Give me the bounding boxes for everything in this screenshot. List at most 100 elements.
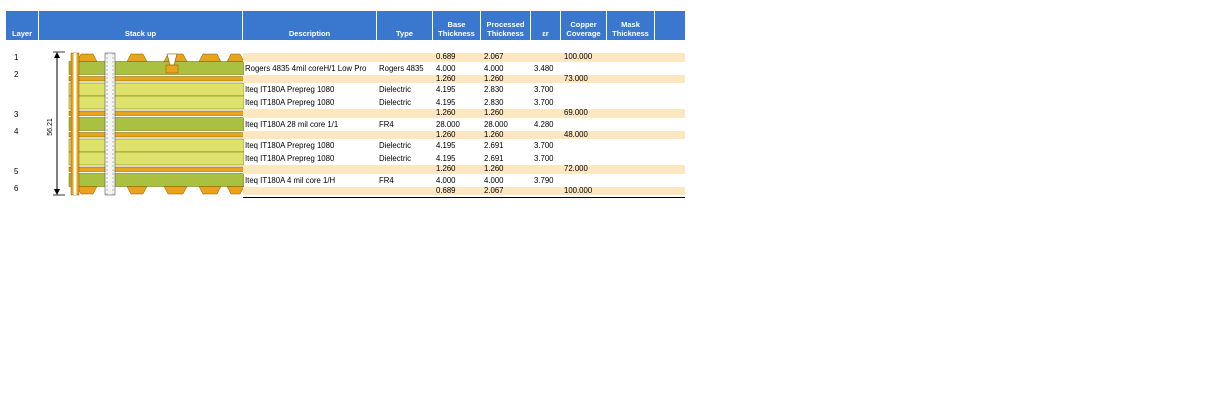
copper-pad [76, 53, 98, 62]
table-row[interactable]: Iteq IT180A Prepreg 1080 Dielectric 4.195 2… [243, 139, 685, 152]
arrow-down-icon [54, 189, 60, 195]
table-row[interactable]: Iteq IT180A Prepreg 1080 Dielectric 4.195 2… [243, 152, 685, 165]
copper-pad [163, 186, 188, 195]
er-cell: 3.790 [534, 175, 554, 185]
table-row[interactable]: 0.689 2.067 100.000 [243, 185, 685, 195]
table-row[interactable]: 1.260 1.260 48.000 [243, 129, 685, 139]
er-cell: 3.700 [534, 98, 554, 107]
dielectric-layer [68, 95, 244, 110]
table-row[interactable]: 1.260 1.260 72.000 [243, 164, 685, 174]
description-cell: Iteq IT180A Prepreg 1080 [245, 154, 335, 163]
header-spare [655, 11, 685, 40]
er-cell: 3.480 [534, 63, 554, 73]
table-row[interactable]: Iteq IT180A Prepreg 1080 Dielectric 4.195 2… [243, 96, 685, 109]
processed-thickness-cell: 2.691 [484, 141, 504, 150]
table-row[interactable]: Iteq IT180A 4 mil core 1/H FR4 4.000 4.000 3… [243, 174, 685, 187]
through-hole [104, 52, 116, 196]
layer-number: 6 [14, 184, 19, 193]
layer-number: 4 [14, 127, 19, 136]
table-row[interactable]: Rogers 4835 4mil coreH/1 Low Pro Rogers 4… [243, 62, 685, 75]
description-cell: Iteq IT180A Prepreg 1080 [245, 141, 335, 150]
header-base-thickness[interactable]: Base Thickness [433, 11, 481, 40]
copper-pad [198, 186, 222, 195]
header-stackup[interactable]: Stack up [39, 11, 243, 40]
copper-layer [68, 132, 244, 138]
table-row[interactable]: Iteq IT180A Prepreg 1080 Dielectric 4.195 2… [243, 83, 685, 96]
processed-thickness-cell: 2.067 [484, 185, 504, 195]
copper-coverage-cell: 73.000 [564, 73, 588, 83]
stackup-diagram: 56.21 [47, 51, 244, 196]
microvia-pad [165, 64, 179, 74]
base-thickness-cell: 4.000 [436, 175, 456, 185]
description-cell: Rogers 4835 4mil coreH/1 Low Pro [245, 63, 367, 73]
table-header: Layer Stack up Description Type Base Thi… [6, 11, 685, 40]
header-description[interactable]: Description [243, 11, 377, 40]
copper-layer [68, 110, 244, 116]
dielectric-layer [68, 82, 244, 97]
processed-thickness-cell: 1.260 [484, 129, 504, 139]
table-row[interactable]: 1.260 1.260 69.000 [243, 108, 685, 118]
processed-thickness-cell: 4.000 [484, 63, 504, 73]
base-thickness-cell: 28.000 [436, 119, 460, 129]
dielectric-layer [68, 117, 244, 131]
description-cell: Iteq IT180A 4 mil core 1/H [245, 175, 336, 185]
type-cell: Dielectric [379, 85, 412, 94]
table-row[interactable]: 1.260 1.260 73.000 [243, 73, 685, 83]
layer-number: 3 [14, 110, 19, 119]
er-cell: 3.700 [534, 154, 554, 163]
dielectric-layer [68, 151, 244, 166]
copper-coverage-cell: 100.000 [564, 185, 593, 195]
thickness-dimension: 56.21 [47, 51, 65, 196]
copper-pad [226, 53, 244, 62]
copper-coverage-cell: 69.000 [564, 108, 588, 117]
header-er[interactable]: εr [531, 11, 561, 40]
copper-coverage-cell: 72.000 [564, 164, 588, 173]
copper-layer [68, 166, 244, 172]
base-thickness-cell: 0.689 [436, 185, 456, 195]
type-cell: Dielectric [379, 154, 412, 163]
processed-thickness-cell: 1.260 [484, 73, 504, 83]
base-thickness-cell: 4.000 [436, 63, 456, 73]
description-cell: Iteq IT180A Prepreg 1080 [245, 85, 335, 94]
copper-pad [76, 186, 98, 195]
copper-pad [126, 186, 148, 195]
header-processed-thickness[interactable]: Processed Thickness [481, 11, 531, 40]
dielectric-layer [68, 61, 244, 75]
base-thickness-cell: 1.260 [436, 108, 456, 117]
type-cell: FR4 [379, 119, 394, 129]
arrow-up-icon [54, 52, 60, 58]
description-cell: Iteq IT180A Prepreg 1080 [245, 98, 335, 107]
base-thickness-cell: 4.195 [436, 141, 456, 150]
copper-pad [198, 53, 222, 62]
layer-number: 2 [14, 70, 19, 79]
header-layer[interactable]: Layer [6, 11, 39, 40]
type-cell: Rogers 4835 [379, 63, 424, 73]
type-cell: Dielectric [379, 98, 412, 107]
base-thickness-cell: 1.260 [436, 129, 456, 139]
description-cell: Iteq IT180A 28 mil core 1/1 [245, 119, 339, 129]
header-type[interactable]: Type [377, 11, 433, 40]
type-cell: FR4 [379, 175, 394, 185]
copper-coverage-cell: 100.000 [564, 52, 593, 61]
table-row[interactable]: 0.689 2.067 100.000 [243, 52, 685, 62]
processed-thickness-cell: 4.000 [484, 175, 504, 185]
header-mask-thickness[interactable]: Mask Thickness [607, 11, 655, 40]
processed-thickness-cell: 2.830 [484, 85, 504, 94]
processed-thickness-cell: 28.000 [484, 119, 508, 129]
table-row[interactable]: Iteq IT180A 28 mil core 1/1 FR4 28.000 28.0… [243, 118, 685, 131]
table-bottom-border [243, 197, 685, 198]
processed-thickness-cell: 1.260 [484, 164, 504, 173]
header-copper-coverage[interactable]: Copper Coverage [561, 11, 607, 40]
base-thickness-cell: 1.260 [436, 164, 456, 173]
processed-thickness-cell: 1.260 [484, 108, 504, 117]
dielectric-layer [68, 173, 244, 187]
dielectric-layer [68, 138, 244, 153]
base-thickness-cell: 0.689 [436, 52, 456, 61]
base-thickness-cell: 4.195 [436, 85, 456, 94]
er-cell: 3.700 [534, 141, 554, 150]
er-cell: 3.700 [534, 85, 554, 94]
total-thickness-label: 56.21 [47, 118, 54, 136]
er-cell: 4.280 [534, 119, 554, 129]
stackup-table: Layer Stack up Description Type Base Thi… [6, 11, 685, 201]
type-cell: Dielectric [379, 141, 412, 150]
